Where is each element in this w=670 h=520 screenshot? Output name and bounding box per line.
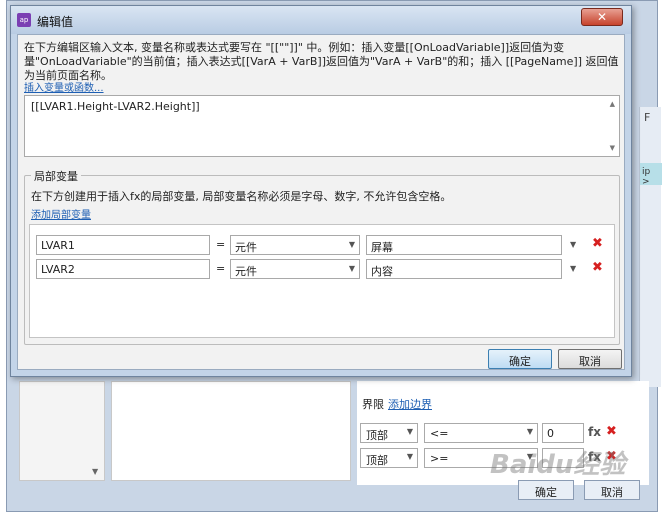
boundary-value-input[interactable]: 0 <box>542 423 584 443</box>
delete-icon[interactable]: ✖ <box>606 449 617 464</box>
app-icon: ap <box>17 13 31 27</box>
close-button[interactable]: ✕ <box>581 8 623 26</box>
boundary-operator-select[interactable]: >= ▼ <box>424 448 538 468</box>
chevron-down-icon: ▼ <box>526 427 533 436</box>
instructions-text: 在下方编辑区输入文本, 变量名称或表达式要写在 "[[""]]" 中。例如：插入… <box>24 41 619 82</box>
chevron-down-icon: ▼ <box>348 240 355 249</box>
background-right-strip: F ip > <box>639 107 662 387</box>
chevron-down-icon[interactable]: ▼ <box>570 264 576 273</box>
variable-type-select[interactable]: 元件 ▼ <box>230 259 360 279</box>
add-local-variable-link[interactable]: 添加局部变量 <box>31 206 91 221</box>
boundary-label: 界限 <box>362 398 384 411</box>
boundary-position-select[interactable]: 顶部 ▼ <box>360 448 418 468</box>
local-variables-group: 局部变量 在下方创建用于插入fx的局部变量, 局部变量名称必须是字母、数字, 不… <box>24 168 620 345</box>
equals-sign: = <box>216 238 226 251</box>
local-variables-title: 局部变量 <box>31 168 81 184</box>
local-variables-table: LVAR1 = 元件 ▼ 屏幕 ▼ ✖ LVAR2 = 元件 ▼ 内容 ▼ ✖ <box>29 224 615 338</box>
peek-highlight: ip > <box>640 163 662 187</box>
dialog-body: 在下方编辑区输入文本, 变量名称或表达式要写在 "[[""]]" 中。例如：插入… <box>17 34 625 370</box>
variable-type-value: 元件 <box>235 265 257 278</box>
local-variable-row: LVAR1 = 元件 ▼ 屏幕 ▼ ✖ <box>30 235 614 255</box>
variable-name-input[interactable]: LVAR1 <box>36 235 210 255</box>
expression-text: [[LVAR1.Height-LVAR2.Height]] <box>31 100 200 113</box>
chevron-down-icon: ▼ <box>526 452 533 461</box>
local-variables-description: 在下方创建用于插入fx的局部变量, 局部变量名称必须是字母、数字, 不允许包含空… <box>31 190 452 203</box>
insert-variable-link[interactable]: 插入变量或函数... <box>24 79 104 94</box>
chevron-down-icon[interactable]: ▼ <box>570 240 576 249</box>
add-boundary-link[interactable]: 添加边界 <box>388 396 432 412</box>
expression-editor[interactable]: [[LVAR1.Height-LVAR2.Height]] ▲ ▼ <box>24 95 620 157</box>
background-cancel-button[interactable]: 取消 <box>584 480 640 500</box>
chevron-down-icon: ▼ <box>406 452 413 461</box>
dialog-title: 编辑值 <box>37 15 74 29</box>
cancel-button[interactable]: 取消 <box>558 349 622 369</box>
fx-button[interactable]: fx <box>588 425 601 439</box>
scroll-down-icon[interactable]: ▼ <box>92 467 98 476</box>
background-middle-pane <box>111 381 351 481</box>
equals-sign: = <box>216 262 226 275</box>
chevron-down-icon: ▼ <box>406 427 413 436</box>
delete-icon[interactable]: ✖ <box>592 260 603 275</box>
background-left-pane[interactable]: ▼ <box>19 381 105 481</box>
boundary-position-select[interactable]: 顶部 ▼ <box>360 423 418 443</box>
boundary-position-value: 顶部 <box>366 429 388 442</box>
delete-icon[interactable]: ✖ <box>592 236 603 251</box>
boundary-operator-value: <= <box>430 427 449 440</box>
scroll-down-icon[interactable]: ▼ <box>610 144 615 152</box>
boundary-value-input[interactable] <box>542 448 584 468</box>
variable-type-select[interactable]: 元件 ▼ <box>230 235 360 255</box>
local-variable-row: LVAR2 = 元件 ▼ 内容 ▼ ✖ <box>30 259 614 279</box>
boundary-operator-value: >= <box>430 452 449 465</box>
background-ok-button[interactable]: 确定 <box>518 480 574 500</box>
fx-button[interactable]: fx <box>588 450 601 464</box>
delete-icon[interactable]: ✖ <box>606 424 617 439</box>
peek-letter: F <box>644 111 651 124</box>
dialog-titlebar[interactable]: ap 编辑值 ✕ <box>11 6 631 34</box>
ok-button[interactable]: 确定 <box>488 349 552 369</box>
variable-type-value: 元件 <box>235 241 257 254</box>
variable-target-input[interactable]: 屏幕 <box>366 235 562 255</box>
boundary-position-value: 顶部 <box>366 454 388 467</box>
boundary-operator-select[interactable]: <= ▼ <box>424 423 538 443</box>
edit-value-dialog: ap 编辑值 ✕ 在下方编辑区输入文本, 变量名称或表达式要写在 "[[""]]… <box>10 5 632 377</box>
variable-target-input[interactable]: 内容 <box>366 259 562 279</box>
scroll-up-icon[interactable]: ▲ <box>610 100 615 108</box>
variable-name-input[interactable]: LVAR2 <box>36 259 210 279</box>
chevron-down-icon: ▼ <box>348 264 355 273</box>
